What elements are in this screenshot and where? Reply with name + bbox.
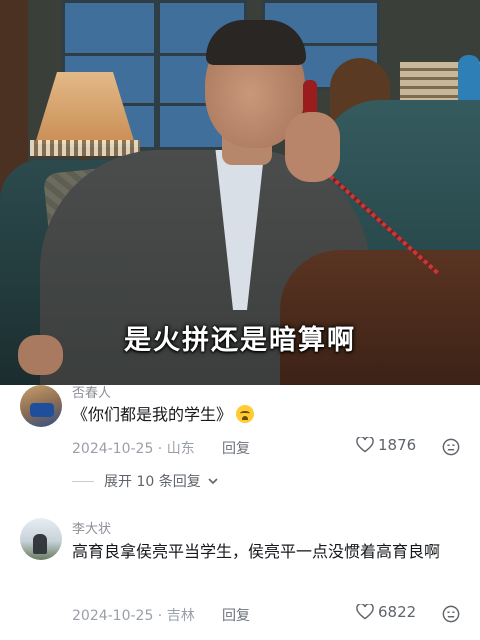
like-count: 1876 [378, 436, 417, 454]
dislike-icon[interactable] [442, 605, 460, 623]
crying-face-icon [236, 405, 255, 423]
man-hand [285, 112, 340, 182]
expand-replies-button[interactable]: 展开 10 条回复 [72, 471, 219, 491]
comment-text: 高育良拿侯亮平当学生，侯亮平一点没惯着高育良啊 [72, 542, 441, 561]
like-count: 6822 [378, 603, 417, 621]
video-frame[interactable]: 是火拼还是暗算啊 [0, 0, 480, 385]
comment-text: 《你们都是我的学生》 [72, 401, 462, 428]
like-button[interactable]: 1876 [356, 436, 416, 454]
video-subtitle: 是火拼还是暗算啊 [124, 325, 356, 356]
like-button[interactable]: 6822 [356, 603, 416, 621]
comment-section: 否春人 《你们都是我的学生》 2024-10-25 · 山东 回复 1876 展… [0, 385, 480, 640]
comment-item: 否春人 《你们都是我的学生》 2024-10-25 · 山东 回复 1876 展… [0, 385, 480, 495]
man-hair [206, 20, 306, 65]
comment-text-content: 《你们都是我的学生》 [72, 405, 233, 424]
expand-replies-label: 展开 10 条回复 [104, 474, 201, 490]
comment-username[interactable]: 否春人 [72, 382, 111, 401]
comment-item: 李大状 高育良拿侯亮平当学生，侯亮平一点没惯着高育良啊 2024-10-25 ·… [0, 515, 480, 640]
comment-date-location: 2024-10-25 · 吉林 [72, 608, 195, 624]
lamp-fringe [30, 140, 140, 156]
avatar[interactable] [20, 385, 62, 427]
expand-divider [72, 480, 94, 482]
reply-button[interactable]: 回复 [222, 605, 250, 625]
heart-icon [356, 604, 374, 620]
comment-username[interactable]: 李大状 [72, 518, 111, 537]
dislike-icon[interactable] [442, 438, 460, 456]
comment-date-location: 2024-10-25 · 山东 [72, 441, 195, 457]
heart-icon [356, 437, 374, 453]
reply-button[interactable]: 回复 [222, 438, 250, 458]
chevron-down-icon [208, 478, 218, 485]
avatar[interactable] [20, 518, 62, 560]
